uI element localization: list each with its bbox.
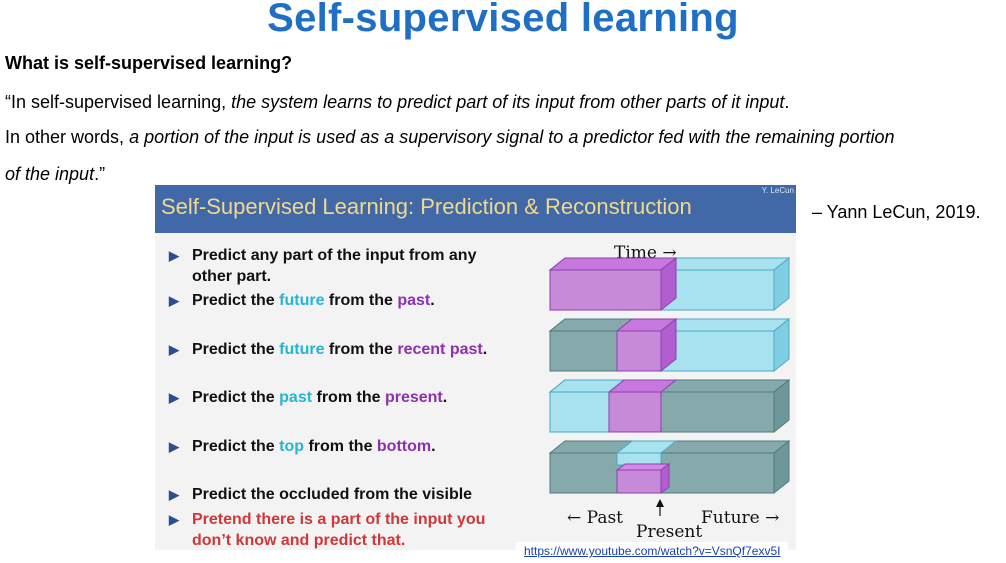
bullet-arrow-icon: ▶ <box>169 390 179 405</box>
diagram-row-past-future <box>548 256 791 312</box>
diagram-row-occluded <box>548 439 791 495</box>
bullet-arrow-icon: ▶ <box>169 512 179 527</box>
past-label: ← Past <box>567 508 623 528</box>
bullet-arrow-icon: ▶ <box>169 248 179 263</box>
bullet-arrow-icon: ▶ <box>169 293 179 308</box>
section-question: What is self-supervised learning? <box>5 53 293 73</box>
slide-image: Self-Supervised Learning: Prediction & R… <box>155 185 796 550</box>
bullet-arrow-icon: ▶ <box>169 439 179 454</box>
page-title: Self-supervised learning <box>267 0 739 40</box>
quote-line-1: “In self-supervised learning, the system… <box>5 92 790 112</box>
present-label: Present <box>636 522 702 542</box>
bullet-arrow-icon: ▶ <box>169 487 179 502</box>
quote-attribution: – Yann LeCun, 2019. <box>812 202 981 222</box>
present-arrow-head <box>656 499 664 507</box>
diagram-row-recent-past <box>548 317 791 373</box>
diagram-row-present <box>548 378 791 434</box>
slide-header: Self-Supervised Learning: Prediction & R… <box>155 185 796 233</box>
future-label: Future → <box>701 508 779 528</box>
quote-line-2: In other words, a portion of the input i… <box>5 127 895 147</box>
quote-line-3: of the input.” <box>5 164 106 184</box>
slide-credit: Y. LeCun <box>761 186 794 195</box>
bullet-arrow-icon: ▶ <box>169 342 179 357</box>
prediction-diagram: Time → ← Past Future → Present <box>548 243 791 542</box>
slide-title: Self-Supervised Learning: Prediction & R… <box>161 194 692 219</box>
youtube-link[interactable]: https://www.youtube.com/watch?v=VsnQf7ex… <box>516 542 789 562</box>
